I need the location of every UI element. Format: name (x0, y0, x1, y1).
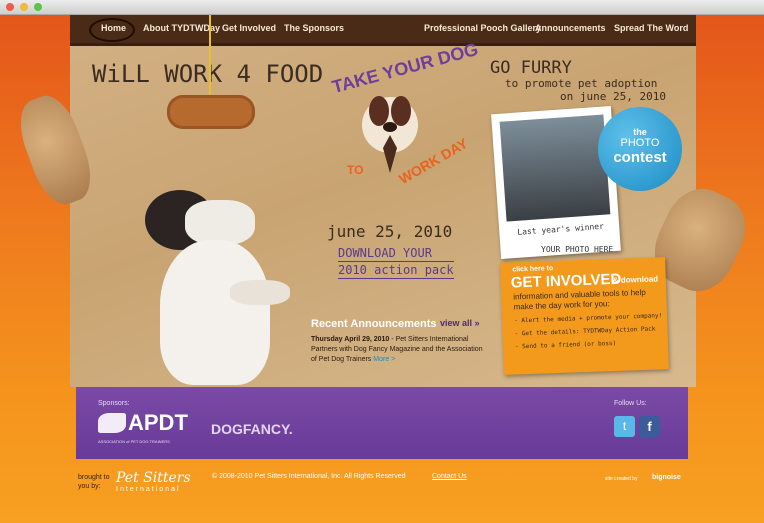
close-window-icon[interactable] (6, 3, 14, 11)
logo-to-text: TO (347, 163, 364, 177)
view-all-link[interactable]: view all » (440, 318, 480, 328)
pet-sitters-international-logo[interactable]: Pet Sitters International (116, 470, 191, 493)
minimize-window-icon[interactable] (20, 3, 28, 11)
announcements-heading: Recent Announcements (311, 318, 437, 330)
apdt-dog-icon (98, 413, 126, 433)
download-text: & download (612, 274, 659, 285)
take-your-dog-logo: TAKE YOUR DOG TO WORK DAY (325, 39, 480, 187)
download-line2: 2010 action pack (338, 263, 454, 279)
bignoise-credit-link[interactable]: bignoise (652, 474, 681, 481)
site-created-label: site created by (605, 476, 638, 482)
jack-russell-dog-image (100, 160, 290, 385)
go-furry-line1: to promote pet adoption (505, 77, 658, 90)
winner-dog-photo (499, 114, 611, 222)
twitter-icon[interactable]: t (614, 416, 635, 437)
announcement-more-link[interactable]: More > (373, 356, 395, 363)
psi-line2: International (116, 486, 181, 493)
page-canvas: Home About TYDTWDay Get Involved The Spo… (0, 15, 764, 523)
go-furry-title: GO FURRY (490, 58, 572, 78)
nav-announcements[interactable]: Announcements (535, 23, 606, 33)
badge-photo: PHOTO (620, 137, 660, 149)
nav-spread-the-word[interactable]: Spread The Word (614, 23, 688, 33)
psi-line1: Pet Sitters (116, 470, 191, 486)
badge-the: the (633, 127, 647, 137)
your-photo-here-text: YOUR PHOTO HERE (541, 245, 614, 254)
go-furry-line2: on june 25, 2010 (560, 90, 666, 103)
photo-caption: Last year's winner (517, 221, 605, 237)
browser-titlebar (0, 0, 764, 15)
download-action-pack-link[interactable]: DOWNLOAD YOUR 2010 action pack (338, 245, 454, 279)
sponsors-band: Sponsors: APDT ASSOCIATION of PET DOG TR… (76, 387, 688, 459)
nav-home[interactable]: Home (101, 23, 126, 33)
download-line1: DOWNLOAD YOUR (338, 245, 454, 262)
involved-description: information and valuable tools to help m… (513, 287, 646, 312)
sponsors-label: Sponsors: (98, 400, 130, 407)
nav-sponsors[interactable]: The Sponsors (284, 23, 344, 33)
involved-bullet-3: - Send to a friend (or boss) (514, 339, 617, 351)
facebook-icon[interactable]: f (639, 416, 660, 437)
maximize-window-icon[interactable] (34, 3, 42, 11)
photo-contest-badge[interactable]: the PHOTO contest (598, 107, 682, 191)
follow-us-label: Follow Us: (614, 400, 647, 407)
dog-bone-image (167, 95, 255, 129)
involved-bullet-2: - Get the details: TYDTWDay Action Pack (514, 325, 656, 338)
announcement-date: Thursday April 29, 2010 (311, 336, 390, 343)
click-here-text: click here to (512, 265, 554, 274)
event-date: june 25, 2010 (327, 222, 453, 241)
nav-pooch-gallery[interactable]: Professional Pooch Gallery (424, 23, 541, 33)
involved-bullet-1: - Alert the media + promote your company… (514, 312, 663, 325)
will-work-headline: WiLL WORK 4 FOOD (92, 60, 324, 88)
dogfancy-sponsor-logo[interactable]: DOGFANCY. (211, 421, 293, 437)
badge-contest: contest (613, 149, 667, 166)
copyright-text: © 2008-2010 Pet Sitters International, I… (212, 473, 406, 480)
contact-us-link[interactable]: Contact Us (432, 473, 467, 480)
nav-get-involved[interactable]: Get Involved (222, 23, 276, 33)
brought-to-you-label: brought to you by: (78, 474, 110, 490)
announcement-item: Thursday April 29, 2010 - Pet Sitters In… (311, 335, 486, 365)
apdt-subtitle: ASSOCIATION of PET DOG TRAINERS (98, 439, 170, 444)
apdt-sponsor-logo[interactable]: APDT (128, 410, 188, 436)
get-involved-panel[interactable]: click here to GET INVOLVED & download in… (500, 257, 669, 375)
